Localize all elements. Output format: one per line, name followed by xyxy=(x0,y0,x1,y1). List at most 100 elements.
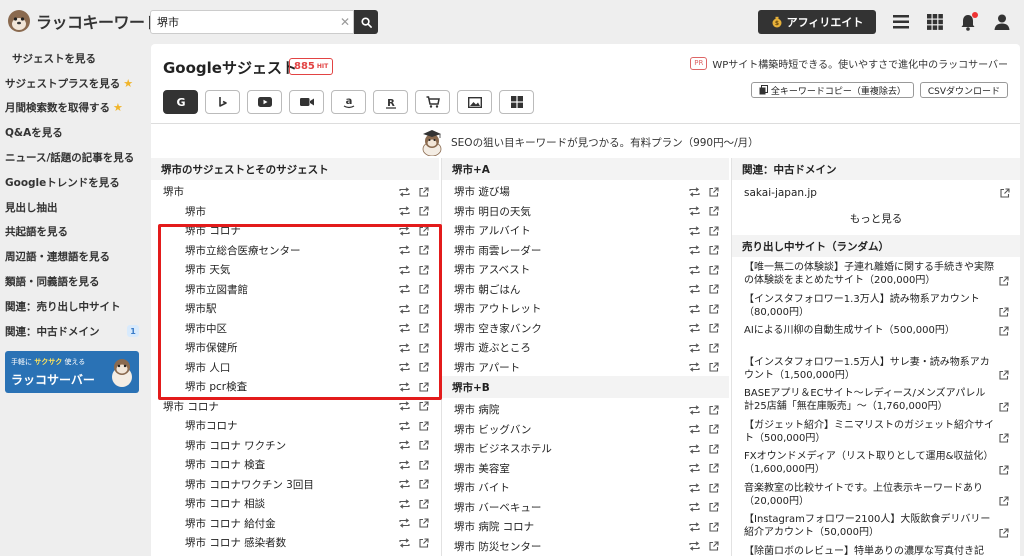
external-link-icon[interactable] xyxy=(708,404,719,415)
external-link-icon[interactable] xyxy=(708,342,719,353)
sidebar-item-suggest-plus[interactable]: サジェストプラスを見る ★ xyxy=(5,73,141,93)
suggest-expand-icon[interactable] xyxy=(689,186,700,197)
suggest-expand-icon[interactable] xyxy=(399,362,410,373)
suggest-expand-icon[interactable] xyxy=(689,245,700,256)
keyword-row[interactable]: 堺市中区 xyxy=(151,319,439,339)
account-button[interactable] xyxy=(992,12,1012,32)
suggest-expand-icon[interactable] xyxy=(689,482,700,493)
pr-ad[interactable]: PR WPサイト構築時短できる。使いやすさで進化中のラッコサーバー xyxy=(690,56,1008,71)
keyword-row[interactable]: 堺市 ビジネスホテル xyxy=(442,439,729,459)
keyword-row[interactable]: 堺市 コロナ 給付金 xyxy=(151,514,439,534)
keyword-row[interactable]: 堺市 朝ごはん xyxy=(442,280,729,300)
sidebar-item-sites-for-sale[interactable]: 関連：売り出し中サイト xyxy=(5,296,141,316)
external-link-icon[interactable] xyxy=(708,482,719,493)
sidebar-item-headings[interactable]: 見出し抽出 xyxy=(5,197,141,217)
external-link-icon[interactable] xyxy=(998,401,1009,412)
sidebar-item-qa[interactable]: Q&Aを見る xyxy=(5,122,141,142)
suggest-expand-icon[interactable] xyxy=(399,284,410,295)
suggest-expand-icon[interactable] xyxy=(689,443,700,454)
suggest-expand-icon[interactable] xyxy=(689,284,700,295)
domain-row[interactable]: sakai-japan.jp xyxy=(732,183,1020,203)
suggest-expand-icon[interactable] xyxy=(399,479,410,490)
keyword-row[interactable]: 堺市 コロナ xyxy=(151,397,439,417)
suggest-expand-icon[interactable] xyxy=(689,206,700,217)
keyword-row[interactable]: 堺市 バイト xyxy=(442,478,729,498)
suggest-expand-icon[interactable] xyxy=(689,362,700,373)
sidebar-item-search-volume[interactable]: 月間検索数を取得する ★ xyxy=(5,97,141,117)
external-link-icon[interactable] xyxy=(999,187,1010,198)
suggest-expand-icon[interactable] xyxy=(689,521,700,532)
external-link-icon[interactable] xyxy=(708,206,719,217)
site-for-sale-row[interactable]: 音楽教室の比較サイトです。上位表示キーワードあり（20,000円） xyxy=(732,482,1020,508)
suggest-expand-icon[interactable] xyxy=(399,381,410,392)
suggest-expand-icon[interactable] xyxy=(399,245,410,256)
external-link-icon[interactable] xyxy=(418,440,429,451)
external-link-icon[interactable] xyxy=(418,479,429,490)
tab-rakuten[interactable]: R xyxy=(373,90,408,114)
keyword-row[interactable]: 堺市 美容室 xyxy=(442,459,729,479)
tab-video[interactable] xyxy=(289,90,324,114)
site-for-sale-row[interactable]: 【ガジェット紹介】ミニマリストのガジェット紹介サイト（500,000円） xyxy=(732,419,1020,445)
external-link-icon[interactable] xyxy=(708,443,719,454)
external-link-icon[interactable] xyxy=(418,459,429,470)
suggest-expand-icon[interactable] xyxy=(399,518,410,529)
sidebar-item-news[interactable]: ニュース/話題の記事を見る xyxy=(5,147,141,167)
suggest-expand-icon[interactable] xyxy=(689,424,700,435)
tab-more[interactable] xyxy=(499,90,534,114)
site-for-sale-row[interactable]: 【唯一無二の体験談】子連れ離婚に関する手続きや実際の体験談をまとめたサイト（20… xyxy=(732,261,1020,287)
affiliate-button[interactable]: $ アフィリエイト xyxy=(758,10,876,34)
external-link-icon[interactable] xyxy=(418,537,429,548)
keyword-row[interactable]: 堺市 アルバイト xyxy=(442,221,729,241)
suggest-expand-icon[interactable] xyxy=(399,264,410,275)
rakko-server-banner[interactable]: 手軽に サクサク 使える ラッコサーバー xyxy=(5,351,139,393)
site-for-sale-row[interactable]: 【除菌ロボのレビュー】特単ありの濃厚な写真付き記事！【アフィリエイトサイト】（1… xyxy=(732,545,1020,556)
suggest-expand-icon[interactable] xyxy=(399,420,410,431)
site-for-sale-row[interactable]: AIによる川柳の自動生成サイト（500,000円） xyxy=(732,324,1020,337)
tab-youtube[interactable] xyxy=(247,90,282,114)
keyword-row[interactable]: 堺市 病院 コロナ xyxy=(442,517,729,537)
keyword-row[interactable]: 堺市 コロナ 検査 xyxy=(151,455,439,475)
keyword-row[interactable]: 堺市コロナ xyxy=(151,416,439,436)
external-link-icon[interactable] xyxy=(708,521,719,532)
keyword-row[interactable]: 堺市 pcr検査 xyxy=(151,377,439,397)
keyword-row[interactable]: 堺市 xyxy=(151,182,439,202)
site-for-sale-row[interactable]: 【インスタフォロワー1.3万人】読み物系アカウント（80,000円） xyxy=(732,293,1020,319)
external-link-icon[interactable] xyxy=(998,370,1009,381)
copy-all-button[interactable]: 全キーワードコピー（重複除去） xyxy=(750,82,914,98)
external-link-icon[interactable] xyxy=(998,464,1009,475)
keyword-row[interactable]: 堺市保健所 xyxy=(151,338,439,358)
external-link-icon[interactable] xyxy=(418,381,429,392)
keyword-row[interactable]: 堺市 アパート xyxy=(442,358,729,378)
suggest-expand-icon[interactable] xyxy=(689,225,700,236)
suggest-expand-icon[interactable] xyxy=(399,440,410,451)
suggest-expand-icon[interactable] xyxy=(399,498,410,509)
external-link-icon[interactable] xyxy=(708,225,719,236)
sidebar-item-google-trends[interactable]: Googleトレンドを見る xyxy=(5,172,141,192)
suggest-expand-icon[interactable] xyxy=(399,303,410,314)
search-button[interactable] xyxy=(354,10,378,34)
keyword-row[interactable]: 堺市 コロナ 相談 xyxy=(151,494,439,514)
external-link-icon[interactable] xyxy=(418,323,429,334)
external-link-icon[interactable] xyxy=(418,206,429,217)
keyword-row[interactable]: 堺市 遊ぶところ xyxy=(442,338,729,358)
menu-button[interactable] xyxy=(891,12,911,32)
tab-amazon[interactable]: a xyxy=(331,90,366,114)
tab-bing[interactable] xyxy=(205,90,240,114)
keyword-row[interactable]: 堺市 雨雲レーダー xyxy=(442,241,729,261)
suggest-expand-icon[interactable] xyxy=(689,264,700,275)
suggest-expand-icon[interactable] xyxy=(689,463,700,474)
site-for-sale-row[interactable]: BASEアプリ＆ECサイト〜レディース/メンズアパレル計25店舗「無在庫販売」〜… xyxy=(732,387,1020,413)
external-link-icon[interactable] xyxy=(708,264,719,275)
suggest-expand-icon[interactable] xyxy=(399,225,410,236)
keyword-row[interactable]: 堺市 アウトレット xyxy=(442,299,729,319)
suggest-expand-icon[interactable] xyxy=(399,342,410,353)
suggest-expand-icon[interactable] xyxy=(689,502,700,513)
promo-banner[interactable]: SEOの狙い目キーワードが見つかる。有料プラン（990円〜/月） xyxy=(419,127,759,157)
external-link-icon[interactable] xyxy=(418,518,429,529)
suggest-expand-icon[interactable] xyxy=(689,541,700,552)
suggest-expand-icon[interactable] xyxy=(689,303,700,314)
suggest-expand-icon[interactable] xyxy=(399,206,410,217)
keyword-row[interactable]: 堺市 コロナ 感染者数 xyxy=(151,533,439,553)
site-for-sale-row[interactable]: 【インスタフォロワー1.5万人】サレ妻・読み物系アカウント（1,500,000円… xyxy=(732,356,1020,382)
external-link-icon[interactable] xyxy=(418,245,429,256)
